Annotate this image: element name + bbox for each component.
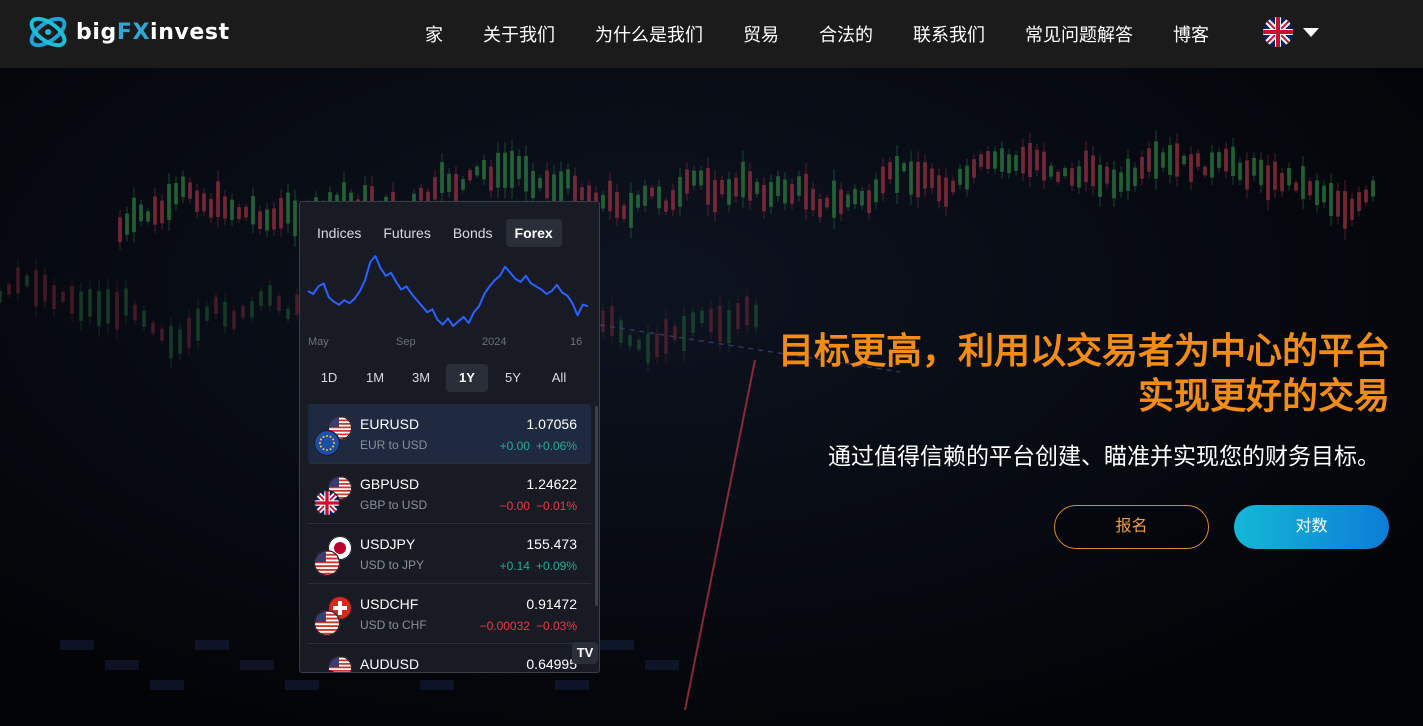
symbol-code: GBPUSD — [360, 476, 420, 492]
nav-item-5[interactable]: 联系我们 — [913, 21, 985, 47]
symbol-list-scrollbar[interactable] — [595, 406, 598, 606]
currency-pair-flags — [314, 596, 354, 636]
tab-indices[interactable]: Indices — [308, 219, 370, 247]
time-range-selector: 1D 1M 3M 1Y 5Y All — [308, 364, 584, 392]
symbol-row-gbpusd[interactable]: GBPUSD GBP to USD 1.24622 −0.00 −0.01% — [308, 464, 591, 524]
currency-pair-flags — [314, 536, 354, 576]
symbol-price: 1.07056 — [526, 416, 577, 432]
symbol-price: 1.24622 — [526, 476, 577, 492]
symbol-change: +0.14 +0.09% — [494, 559, 577, 573]
nav-item-6[interactable]: 常见问题解答 — [1025, 21, 1133, 47]
range-1d[interactable]: 1D — [308, 364, 350, 392]
nav-item-2[interactable]: 为什么是我们 — [595, 21, 703, 47]
tab-futures[interactable]: Futures — [374, 219, 439, 247]
symbol-description: USD to JPY — [360, 558, 425, 572]
symbol-code: EURUSD — [360, 416, 420, 432]
language-selector[interactable] — [1263, 17, 1319, 47]
us-flag-icon — [314, 550, 340, 576]
sparkline-date-axis: May Sep 2024 16 — [300, 336, 599, 352]
login-button[interactable]: 对数 — [1234, 505, 1389, 549]
symbol-code: AUDUSD — [360, 656, 420, 672]
symbol-change: +0.00 +0.06% — [494, 439, 577, 453]
nav-links: 家 关于我们 为什么是我们 贸易 合法的 联系我们 常见问题解答 博客 — [405, 0, 1229, 68]
symbol-description: USD to CHF — [360, 618, 427, 632]
symbol-price: 0.64995 — [526, 656, 577, 672]
date-label-3: 16 — [570, 336, 583, 348]
symbol-row-usdchf[interactable]: USDCHF USD to CHF 0.91472 −0.00032 −0.03% — [308, 584, 591, 644]
symbol-price: 155.473 — [526, 536, 577, 552]
hero-title: 目标更高，利用以交易者为中心的平台实现更好的交易 — [777, 330, 1390, 416]
uk-flag-icon — [1263, 17, 1293, 47]
change-percent: −0.03% — [535, 619, 577, 633]
range-all[interactable]: All — [538, 364, 580, 392]
range-5y[interactable]: 5Y — [492, 364, 534, 392]
change-percent: +0.06% — [535, 439, 577, 453]
range-1m[interactable]: 1M — [354, 364, 396, 392]
symbol-change: −0.00 −0.01% — [494, 499, 577, 513]
sparkline-series — [307, 255, 589, 327]
currency-pair-flags — [314, 476, 354, 516]
change-percent: −0.01% — [535, 499, 577, 513]
brand-logo[interactable]: bigFXinvest — [26, 12, 230, 52]
change-absolute: −0.00032 — [479, 619, 530, 633]
chevron-down-icon — [1303, 27, 1319, 37]
change-absolute: +0.14 — [499, 559, 530, 573]
nav-item-3[interactable]: 贸易 — [743, 21, 779, 47]
nav-item-1[interactable]: 关于我们 — [483, 21, 555, 47]
change-percent: +0.09% — [535, 559, 577, 573]
symbol-code: USDJPY — [360, 536, 416, 552]
symbol-row-eurusd[interactable]: EURUSD EUR to USD 1.07056 +0.00 +0.06% — [308, 404, 591, 464]
currency-pair-flags — [314, 656, 354, 672]
eu-flag-icon — [314, 430, 340, 456]
currency-pair-flags — [314, 416, 354, 456]
symbol-description: GBP to USD — [360, 498, 428, 512]
gb-flag-icon — [314, 490, 340, 516]
date-label-2: 2024 — [482, 336, 507, 348]
hero-subtitle: 通过值得信赖的平台创建、瞄准并实现您的财务目标。 — [828, 443, 1380, 469]
market-tabs: Indices Futures Bonds Forex — [308, 219, 566, 247]
symbol-list: EURUSD EUR to USD 1.07056 +0.00 +0.06% GBPUSD… — [308, 404, 591, 672]
symbol-description: EUR to USD — [360, 438, 428, 452]
signup-button[interactable]: 报名 — [1054, 505, 1209, 549]
tradingview-logo-icon[interactable]: TV — [572, 642, 598, 664]
market-overview-widget: Indices Futures Bonds Forex May Sep 2024 16 1D… — [299, 201, 600, 673]
symbol-price: 0.91472 — [526, 596, 577, 612]
au-flag-icon — [314, 670, 340, 672]
symbol-change: −0.00032 −0.03% — [474, 619, 577, 633]
date-label-0: May — [308, 336, 329, 348]
symbol-row-usdjpy[interactable]: USDJPY USD to JPY 155.473 +0.14 +0.09% — [308, 524, 591, 584]
tab-bonds[interactable]: Bonds — [444, 219, 502, 247]
range-3m[interactable]: 3M — [400, 364, 442, 392]
change-absolute: +0.00 — [499, 439, 530, 453]
date-label-1: Sep — [396, 336, 416, 348]
symbol-code: USDCHF — [360, 596, 419, 612]
top-navbar: bigFXinvest 家 关于我们 为什么是我们 贸易 合法的 联系我们 常见问题解答 博客 — [0, 0, 1423, 68]
logo-orbit-icon — [29, 16, 67, 48]
symbol-row-audusd[interactable]: AUDUSDAUD to USD0.64995 — [308, 644, 591, 672]
nav-item-7[interactable]: 博客 — [1173, 21, 1209, 47]
nav-item-0[interactable]: 家 — [425, 21, 443, 47]
forex-sparkline-chart — [307, 255, 589, 327]
brand-name: bigFXinvest — [76, 19, 230, 45]
tab-forex[interactable]: Forex — [505, 219, 562, 247]
us-flag-icon — [314, 610, 340, 636]
nav-item-4[interactable]: 合法的 — [819, 21, 873, 47]
change-absolute: −0.00 — [499, 499, 530, 513]
range-1y[interactable]: 1Y — [446, 364, 488, 392]
